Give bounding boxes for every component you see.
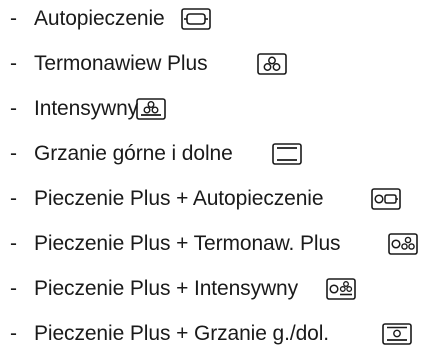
mode-label: Autopieczenie xyxy=(34,7,165,30)
bullet-dash: - xyxy=(10,97,17,120)
moisture-plus-intensive-icon xyxy=(326,278,356,300)
intensive-icon xyxy=(136,98,166,120)
bullet-dash: - xyxy=(10,187,17,210)
fan-plus-icon xyxy=(257,53,287,75)
mode-label: Pieczenie Plus + Grzanie g./dol. xyxy=(34,322,330,345)
bullet-dash: - xyxy=(10,232,17,255)
mode-label: Termonawiew Plus xyxy=(34,52,208,75)
top-bottom-heat-icon xyxy=(272,143,302,165)
bullet-dash: - xyxy=(10,322,17,345)
mode-label: Pieczenie Plus + Autopieczenie xyxy=(34,187,324,210)
mode-label: Intensywny xyxy=(34,97,139,120)
bullet-dash: - xyxy=(10,7,17,30)
bullet-dash: - xyxy=(10,277,17,300)
autoroast-icon xyxy=(181,8,211,30)
bullet-dash: - xyxy=(10,52,17,75)
moisture-plus-fan-plus-icon xyxy=(388,233,418,255)
mode-label: Pieczenie Plus + Intensywny xyxy=(34,277,299,300)
moisture-plus-autoroast-icon xyxy=(371,188,401,210)
mode-label: Grzanie górne i dolne xyxy=(34,142,233,165)
mode-label: Pieczenie Plus + Termonaw. Plus xyxy=(34,232,341,255)
moisture-plus-top-bottom-heat-icon xyxy=(382,323,412,345)
bullet-dash: - xyxy=(10,142,17,165)
oven-mode-list: - Autopieczenie - Termonawiew Plus - Int… xyxy=(0,0,437,364)
